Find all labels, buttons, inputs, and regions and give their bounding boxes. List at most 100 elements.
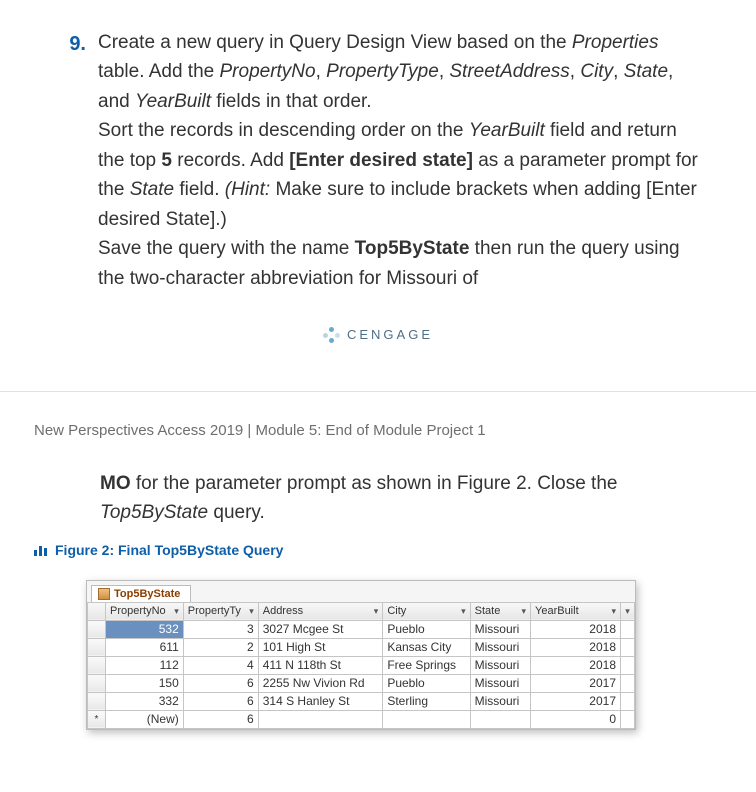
col-header-address[interactable]: Address▾ [258, 602, 383, 620]
cell-state[interactable]: Missouri [470, 674, 530, 692]
cell-yearbuilt[interactable]: 2018 [531, 620, 621, 638]
cell-city[interactable] [383, 710, 470, 728]
t: table. Add the [98, 61, 220, 82]
table-row[interactable]: *(New)6 0 [88, 710, 635, 728]
step-body: Create a new query in Query Design View … [98, 28, 700, 293]
table-name: Properties [572, 32, 659, 53]
cell-address[interactable]: 2255 Nw Vivion Rd [258, 674, 383, 692]
step-number: 9. [56, 28, 86, 293]
continuation-body: MO for the parameter prompt as shown in … [34, 469, 722, 528]
row-selector[interactable] [88, 638, 106, 656]
row-selector[interactable] [88, 656, 106, 674]
t: Sort the records in descending order on … [98, 120, 469, 141]
table-row[interactable]: 53233027 Mcgee StPuebloMissouri2018 [88, 620, 635, 638]
field: PropertyNo [220, 61, 316, 82]
table-row[interactable]: 1124411 N 118th StFree SpringsMissouri20… [88, 656, 635, 674]
field: State [624, 61, 668, 82]
cell-city[interactable]: Kansas City [383, 638, 470, 656]
cell-propertyno[interactable]: 611 [106, 638, 184, 656]
datasheet-tabbar: Top5ByState [87, 581, 635, 602]
cell-yearbuilt[interactable]: 2018 [531, 656, 621, 674]
col-header-extra[interactable]: ▾ [621, 602, 635, 620]
table-row[interactable]: 15062255 Nw Vivion RdPuebloMissouri2017 [88, 674, 635, 692]
cell-yearbuilt[interactable]: 2017 [531, 692, 621, 710]
breadcrumb: New Perspectives Access 2019 | Module 5:… [34, 422, 722, 439]
col-label: City [387, 605, 406, 617]
figure-label: Figure 2: Final Top5ByState Query [34, 542, 722, 558]
cell-propertytype[interactable]: 3 [183, 620, 258, 638]
datasheet-tab[interactable]: Top5ByState [91, 585, 191, 602]
cell-propertytype[interactable]: 2 [183, 638, 258, 656]
cell-state[interactable] [470, 710, 530, 728]
cell-propertyno[interactable]: 150 [106, 674, 184, 692]
chevron-down-icon: ▾ [625, 606, 630, 616]
cell-extra [621, 638, 635, 656]
cell-extra [621, 674, 635, 692]
cell-address[interactable]: 3027 Mcgee St [258, 620, 383, 638]
top-n: 5 [161, 150, 172, 171]
chevron-down-icon: ▾ [249, 606, 254, 617]
parameter-prompt: [Enter desired state] [289, 150, 473, 171]
field: YearBuilt [135, 91, 211, 112]
col-header-yearbuilt[interactable]: YearBuilt▾ [531, 602, 621, 620]
cell-address[interactable] [258, 710, 383, 728]
cell-address[interactable]: 314 S Hanley St [258, 692, 383, 710]
cengage-icon [323, 327, 339, 343]
cell-propertytype[interactable]: 6 [183, 692, 258, 710]
col-label: PropertyTy [188, 605, 241, 617]
col-label: Address [263, 605, 303, 617]
tab-label: Top5ByState [114, 588, 180, 600]
cell-propertyno[interactable]: 112 [106, 656, 184, 674]
cell-city[interactable]: Sterling [383, 692, 470, 710]
select-all-cell[interactable] [88, 602, 106, 620]
brand-text: CENGAGE [347, 327, 433, 342]
cell-yearbuilt[interactable]: 2018 [531, 638, 621, 656]
datasheet-grid: PropertyNo▾ PropertyTy▾ Address▾ City▾ S… [87, 602, 635, 729]
col-label: State [475, 605, 501, 617]
cell-propertyno[interactable]: 332 [106, 692, 184, 710]
cell-propertytype[interactable]: 6 [183, 674, 258, 692]
row-selector[interactable] [88, 692, 106, 710]
t: field. [174, 179, 225, 200]
cell-propertytype[interactable]: 4 [183, 656, 258, 674]
cell-propertyno[interactable]: (New) [106, 710, 184, 728]
continuation-section: New Perspectives Access 2019 | Module 5:… [0, 392, 756, 730]
step-9: 9. Create a new query in Query Design Vi… [56, 28, 700, 293]
cell-yearbuilt[interactable]: 2017 [531, 674, 621, 692]
col-label: PropertyNo [110, 605, 166, 617]
col-header-state[interactable]: State ▾ [470, 602, 530, 620]
row-selector[interactable] [88, 674, 106, 692]
col-label: YearBuilt [535, 605, 579, 617]
cell-state[interactable]: Missouri [470, 692, 530, 710]
table-row[interactable]: 3326314 S Hanley StSterlingMissouri2017 [88, 692, 635, 710]
cell-propertytype[interactable]: 6 [183, 710, 258, 728]
datasheet-window: Top5ByState PropertyNo▾ PropertyTy▾ Addr… [86, 580, 636, 730]
row-selector[interactable]: * [88, 710, 106, 728]
col-header-propertyno[interactable]: PropertyNo▾ [106, 602, 184, 620]
query-name: Top5ByState [100, 502, 208, 523]
cell-state[interactable]: Missouri [470, 638, 530, 656]
field: PropertyType [326, 61, 439, 82]
cell-state[interactable]: Missouri [470, 620, 530, 638]
cell-city[interactable]: Pueblo [383, 674, 470, 692]
chevron-down-icon: ▾ [521, 606, 526, 617]
cell-address[interactable]: 411 N 118th St [258, 656, 383, 674]
cell-address[interactable]: 101 High St [258, 638, 383, 656]
chart-icon [34, 544, 47, 556]
table-row[interactable]: 6112101 High StKansas CityMissouri2018 [88, 638, 635, 656]
cell-state[interactable]: Missouri [470, 656, 530, 674]
t: Create a new query in Query Design View … [98, 32, 572, 53]
cell-extra [621, 710, 635, 728]
brand-logo: CENGAGE [56, 327, 700, 343]
t: for the parameter prompt as shown in Fig… [131, 473, 618, 494]
cell-city[interactable]: Pueblo [383, 620, 470, 638]
chevron-down-icon: ▾ [461, 606, 466, 617]
cell-propertyno[interactable]: 532 [106, 620, 184, 638]
row-selector[interactable] [88, 620, 106, 638]
col-header-propertytype[interactable]: PropertyTy ▾ [183, 602, 258, 620]
cell-city[interactable]: Free Springs [383, 656, 470, 674]
figure-label-text: Figure 2: Final Top5ByState Query [55, 542, 283, 558]
cell-yearbuilt[interactable]: 0 [531, 710, 621, 728]
field: City [580, 61, 613, 82]
col-header-city[interactable]: City ▾ [383, 602, 470, 620]
